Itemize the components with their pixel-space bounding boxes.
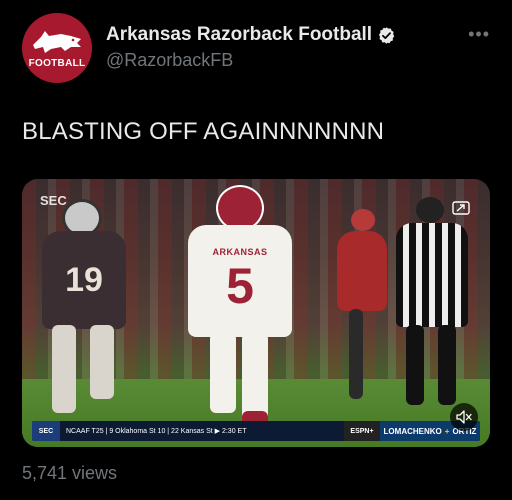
scorebug-sec-logo: SEC	[32, 421, 60, 441]
hog-logo-icon	[33, 31, 81, 53]
matchup-sep: +	[444, 426, 450, 436]
defender-jersey-number: 19	[42, 231, 126, 329]
more-icon[interactable]: •••	[468, 24, 490, 45]
avatar-label: FOOTBALL	[28, 58, 86, 69]
tweet-text: BLASTING OFF AGAINNNNNNN	[22, 118, 385, 145]
pip-icon[interactable]	[452, 201, 470, 215]
mute-icon	[456, 410, 472, 424]
mute-button[interactable]	[450, 403, 478, 431]
sec-watermark: SEC	[40, 193, 67, 208]
view-count: 5,741 views	[22, 463, 118, 483]
scorebug: SEC NCAAF T25 | 9 Oklahoma St 10 | 22 Ka…	[32, 421, 480, 441]
avatar[interactable]: FOOTBALL	[22, 13, 92, 83]
author-name-row: Arkansas Razorback Football	[106, 24, 396, 46]
handle[interactable]: @RazorbackFB	[106, 50, 233, 71]
scorebug-network: ESPN+	[344, 421, 380, 441]
matchup-left: LOMACHENKO	[383, 426, 442, 436]
jersey-wordmark: ARKANSAS	[212, 247, 268, 257]
carrier-jersey-number: 5	[226, 258, 254, 314]
display-name[interactable]: Arkansas Razorback Football	[106, 24, 372, 46]
video-player[interactable]: 19 ARKANSAS 5 SEC SEC NCAAF T25 | 9 Okla…	[22, 179, 490, 447]
scorebug-ticker: NCAAF T25 | 9 Oklahoma St 10 | 22 Kansas…	[66, 428, 247, 435]
verified-badge-icon	[378, 26, 395, 44]
